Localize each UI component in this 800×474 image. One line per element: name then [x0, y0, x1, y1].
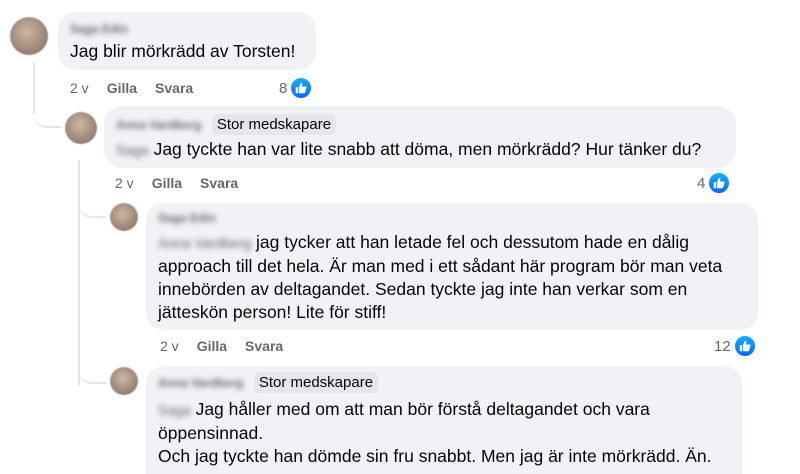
comment-text-line: Jag håller med om att man bör förstå del… — [195, 399, 650, 419]
comment-bubble: Saga Edin Anna Vardberg jag tycker att h… — [146, 203, 758, 330]
comment-bubble: Anna Vardberg Stor medskapare Saga Jag t… — [104, 106, 736, 168]
avatar[interactable] — [110, 203, 138, 231]
comment-text: Jag blir mörkrädd av Torsten! — [70, 41, 296, 61]
author-name[interactable]: Anna Vardberg — [158, 376, 243, 390]
thread-connector — [78, 196, 106, 218]
thread-connector — [33, 100, 61, 128]
mention[interactable]: Anna Vardberg — [158, 232, 251, 255]
timestamp[interactable]: 2 v — [70, 80, 89, 96]
author-name[interactable]: Saga Edin — [158, 211, 216, 225]
avatar[interactable] — [65, 112, 97, 144]
reply-button[interactable]: Svara — [245, 338, 283, 354]
comment-bubble: Saga Edin Jag blir mörkrädd av Torsten! — [58, 12, 316, 70]
reply-button[interactable]: Svara — [200, 175, 238, 191]
comment-text: Jag tyckte han var lite snabb att döma, … — [153, 139, 702, 159]
comment-text-line: Och jag tyckte han dömde sin fru snabbt.… — [158, 446, 712, 466]
comment-bubble: Anna Vardberg Stor medskapare Saga Jag h… — [146, 366, 742, 474]
comment-text-line: innebörden av deltagandet. Sedan tyckte … — [158, 279, 688, 299]
mention[interactable]: Saga — [158, 399, 191, 422]
thread-line — [78, 160, 80, 386]
like-button[interactable]: Gilla — [107, 80, 137, 96]
like-button[interactable]: Gilla — [197, 338, 227, 354]
author-name[interactable]: Anna Vardberg — [116, 118, 201, 132]
reaction-count: 8 — [279, 79, 288, 97]
comment-actions: 2 v Gilla Svara — [160, 338, 283, 354]
reply-button[interactable]: Svara — [155, 80, 193, 96]
reaction-summary[interactable]: 8 — [279, 77, 313, 99]
comment-text-line: jag tycker att han letade fel och dessut… — [256, 232, 689, 252]
timestamp[interactable]: 2 v — [115, 175, 134, 191]
comment-text-line: öppensinnad. — [158, 423, 264, 443]
thumbs-up-icon — [290, 77, 313, 99]
reaction-count: 4 — [697, 174, 706, 192]
reaction-summary[interactable]: 12 — [714, 335, 756, 357]
author-name[interactable]: Saga Edin — [70, 22, 128, 36]
top-contributor-badge: Stor medskapare — [211, 114, 337, 135]
timestamp[interactable]: 2 v — [160, 338, 179, 354]
comment-actions: 2 v Gilla Svara — [70, 80, 193, 96]
mention[interactable]: Saga — [116, 139, 149, 162]
comment-actions: 2 v Gilla Svara — [115, 175, 238, 191]
thumbs-up-icon — [708, 172, 731, 194]
comment-text-line: jätteskön person! Lite för stiff! — [158, 302, 387, 322]
thread-connector — [78, 360, 106, 384]
like-button[interactable]: Gilla — [152, 175, 182, 191]
reaction-summary[interactable]: 4 — [697, 172, 731, 194]
avatar[interactable] — [10, 17, 48, 55]
comment-thread: { "comments": [ { "author": "Saga Edin",… — [0, 0, 800, 474]
reaction-count: 12 — [714, 337, 731, 355]
thumbs-up-icon — [733, 335, 756, 357]
top-contributor-badge: Stor medskapare — [253, 372, 379, 393]
avatar[interactable] — [110, 367, 138, 395]
comment-text-line: approach till det hela. Är man med i ett… — [158, 256, 723, 276]
